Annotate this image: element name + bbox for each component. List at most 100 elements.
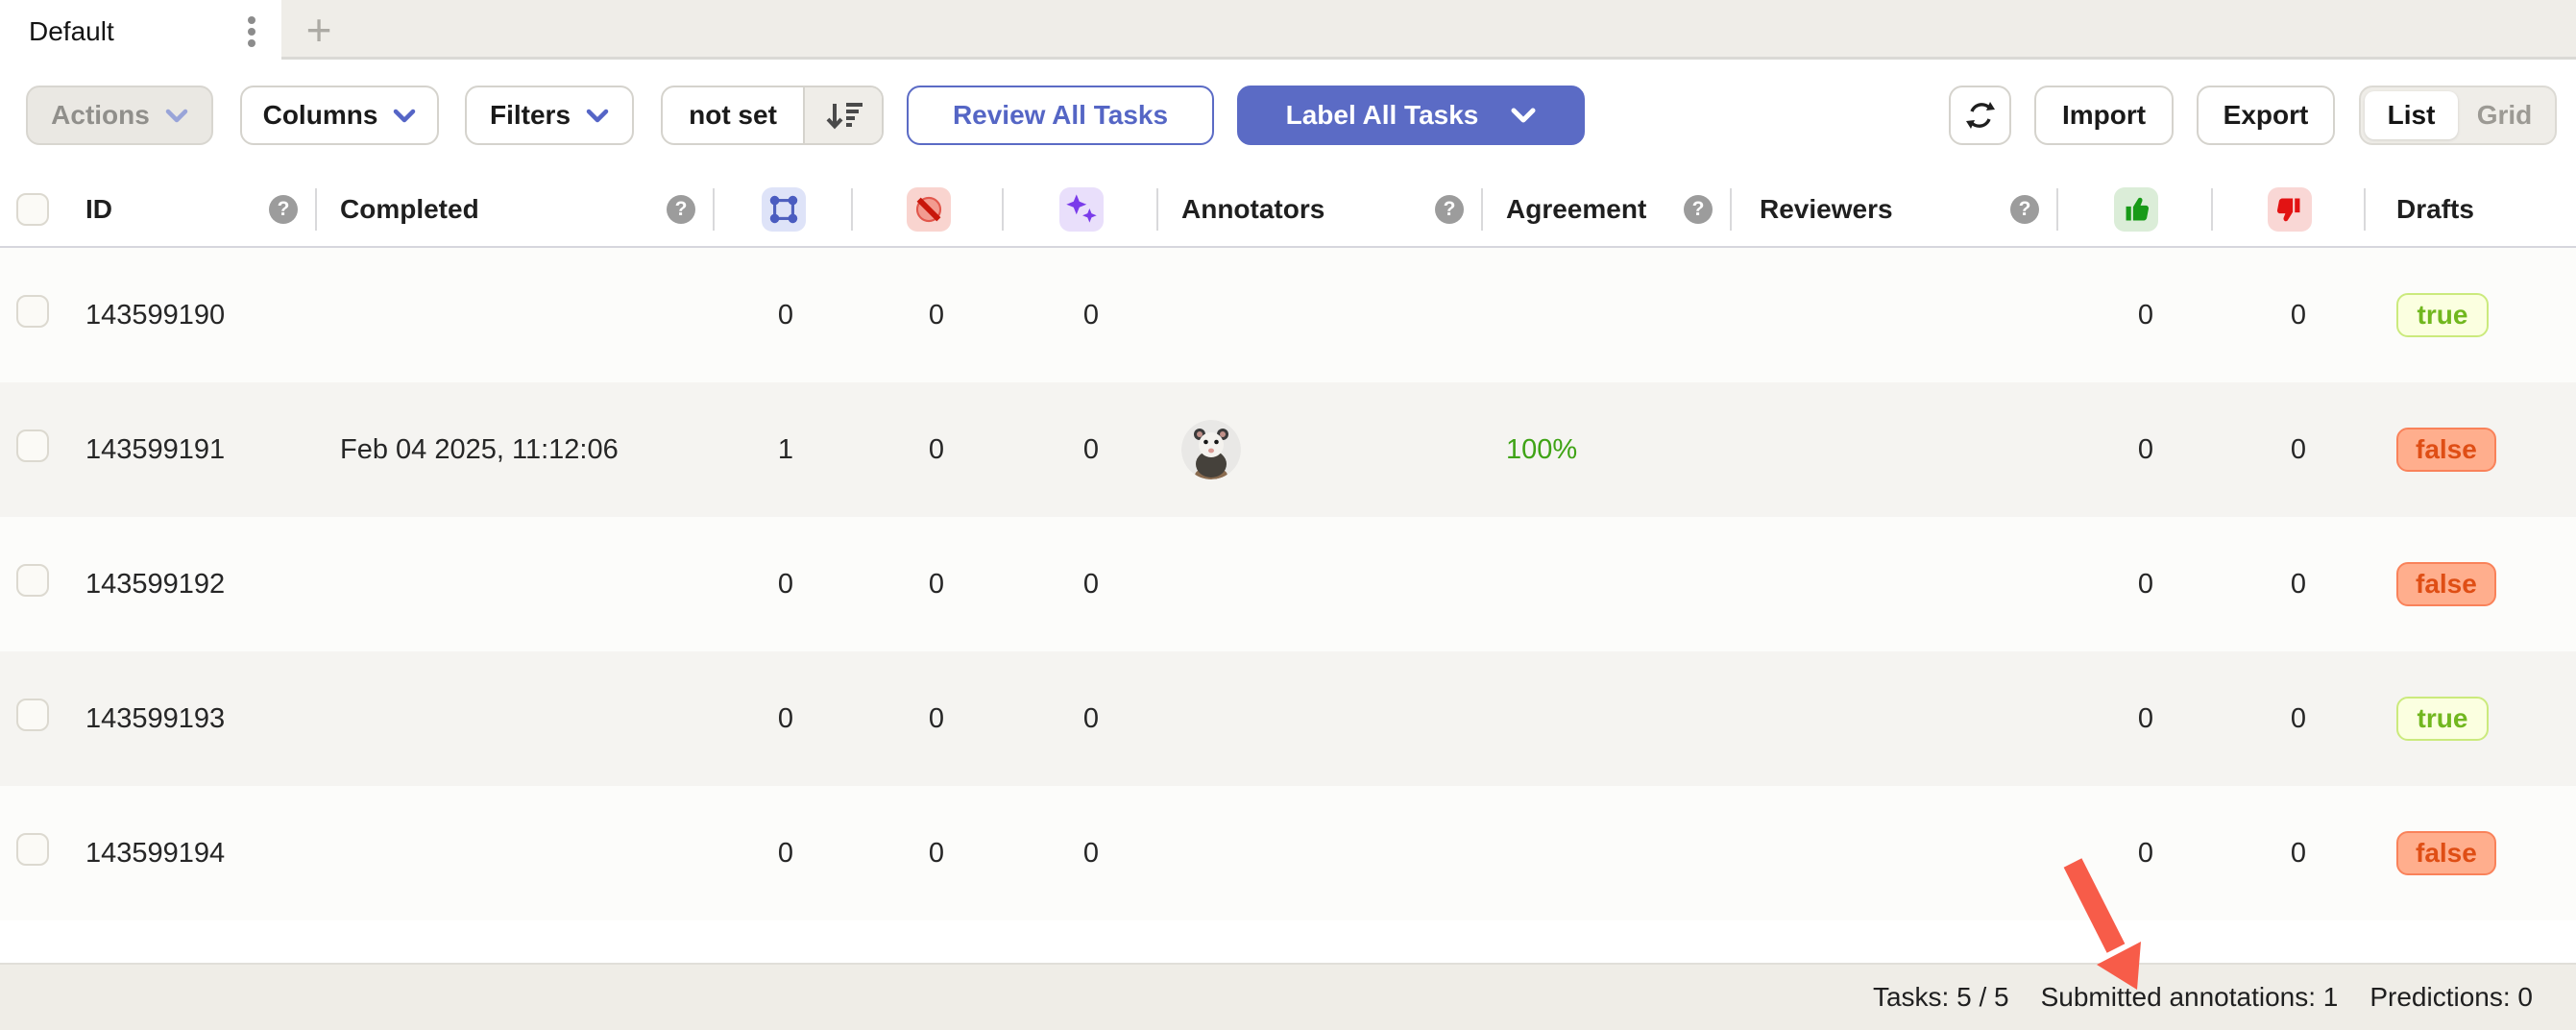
header-annotators[interactable]: Annotators ? <box>1158 171 1483 248</box>
rejected-count: 0 <box>2213 838 2366 870</box>
refresh-button[interactable] <box>1949 86 2011 145</box>
task-id: 143599191 <box>58 434 317 466</box>
annotations-count: 0 <box>715 569 853 601</box>
draft-badge: true <box>2396 293 2489 337</box>
list-view-button[interactable]: List <box>2365 91 2458 139</box>
rejected-count: 0 <box>2213 434 2366 466</box>
task-agreement: 100% <box>1483 434 1732 466</box>
predictions-count: 0 <box>1004 838 1158 870</box>
export-label: Export <box>2224 100 2309 131</box>
task-row[interactable]: 143599191Feb 04 2025, 11:12:06100100%00f… <box>0 382 2576 517</box>
accepted-count: 0 <box>2058 703 2213 735</box>
header-annotations[interactable] <box>715 171 853 248</box>
ordering-control[interactable]: not set <box>661 86 884 145</box>
header-id[interactable]: ID ? <box>58 171 317 248</box>
cancelled-count: 0 <box>853 434 1004 466</box>
header-completed[interactable]: Completed ? <box>317 171 715 248</box>
export-button[interactable]: Export <box>2197 86 2335 145</box>
help-icon[interactable]: ? <box>269 195 298 224</box>
task-row[interactable]: 14359919000000true <box>0 248 2576 382</box>
accepted-count: 0 <box>2058 300 2213 331</box>
row-checkbox[interactable] <box>16 564 49 597</box>
grid-view-button[interactable]: Grid <box>2458 91 2551 139</box>
row-checkbox[interactable] <box>16 429 49 462</box>
predictions-count: 0 <box>1004 434 1158 466</box>
submitted-annotations-count: Submitted annotations: 1 <box>2041 982 2339 1013</box>
view-toggle: List Grid <box>2359 86 2557 145</box>
sort-descending-icon <box>823 96 863 135</box>
row-checkbox[interactable] <box>16 833 49 866</box>
rejected-count: 0 <box>2213 703 2366 735</box>
help-icon[interactable]: ? <box>2010 195 2039 224</box>
filters-button[interactable]: Filters <box>465 86 634 145</box>
header-drafts[interactable]: Drafts <box>2366 171 2576 248</box>
kebab-menu-icon[interactable] <box>247 12 256 51</box>
refresh-icon <box>1963 98 1998 133</box>
cancelled-count: 0 <box>853 300 1004 331</box>
columns-label: Columns <box>263 100 378 131</box>
rejected-annotations-icon <box>2268 187 2312 232</box>
task-row[interactable]: 14359919400000false <box>0 786 2576 920</box>
table-header: ID ? Completed ? <box>0 171 2576 248</box>
predictions-icon <box>1059 187 1104 232</box>
header-rejected[interactable] <box>2213 171 2366 248</box>
annotations-count: 1 <box>715 434 853 466</box>
draft-badge: false <box>2396 831 2496 875</box>
task-id: 143599193 <box>58 703 317 735</box>
task-row[interactable]: 14359919300000true <box>0 651 2576 786</box>
annotations-count: 0 <box>715 703 853 735</box>
chevron-down-icon <box>586 109 609 123</box>
add-tab-button[interactable]: + <box>288 0 350 60</box>
tab-default[interactable]: Default <box>0 0 281 62</box>
header-reviewers[interactable]: Reviewers ? <box>1732 171 2058 248</box>
columns-button[interactable]: Columns <box>240 86 439 145</box>
tasks-count: Tasks: 5 / 5 <box>1873 982 2009 1013</box>
accepted-count: 0 <box>2058 569 2213 601</box>
accepted-annotations-icon <box>2114 187 2158 232</box>
select-all-checkbox[interactable] <box>16 193 49 226</box>
opossum-avatar <box>1181 420 1241 479</box>
predictions-count: 0 <box>1004 703 1158 735</box>
accepted-count: 0 <box>2058 434 2213 466</box>
header-agreement[interactable]: Agreement ? <box>1483 171 1732 248</box>
annotations-count: 0 <box>715 838 853 870</box>
help-icon[interactable]: ? <box>1684 195 1713 224</box>
import-label: Import <box>2062 100 2146 131</box>
header-accepted[interactable] <box>2058 171 2213 248</box>
row-checkbox[interactable] <box>16 699 49 731</box>
tab-bar: Default + <box>0 0 2576 60</box>
header-cancelled-annotations[interactable] <box>853 171 1004 248</box>
cancelled-count: 0 <box>853 703 1004 735</box>
cancelled-annotations-icon <box>907 187 951 232</box>
draft-badge: false <box>2396 428 2496 472</box>
predictions-count: 0 <box>1004 300 1158 331</box>
task-row[interactable]: 14359919200000false <box>0 517 2576 651</box>
task-draft: false <box>2366 831 2576 875</box>
row-select-cell <box>0 429 58 470</box>
actions-label: Actions <box>51 100 150 131</box>
chevron-down-icon[interactable] <box>1511 108 1536 123</box>
help-icon[interactable]: ? <box>667 195 695 224</box>
chevron-down-icon <box>165 109 188 123</box>
label-all-tasks-button[interactable]: Label All Tasks <box>1237 86 1585 145</box>
header-predictions[interactable] <box>1004 171 1158 248</box>
predictions-count: Predictions: 0 <box>2369 982 2533 1013</box>
task-id: 143599194 <box>58 838 317 870</box>
review-all-tasks-button[interactable]: Review All Tasks <box>907 86 1214 145</box>
status-bar: Tasks: 5 / 5 Submitted annotations: 1 Pr… <box>0 963 2576 1030</box>
task-id: 143599192 <box>58 569 317 601</box>
task-draft: false <box>2366 428 2576 472</box>
task-draft: true <box>2366 293 2576 337</box>
sort-direction-button[interactable] <box>803 87 882 143</box>
help-icon[interactable]: ? <box>1435 195 1464 224</box>
review-all-label: Review All Tasks <box>953 100 1168 131</box>
task-draft: true <box>2366 697 2576 741</box>
import-button[interactable]: Import <box>2034 86 2174 145</box>
task-annotators <box>1158 420 1483 479</box>
row-select-cell <box>0 295 58 335</box>
table-body: 14359919000000true143599191Feb 04 2025, … <box>0 248 2576 920</box>
annotations-icon <box>762 187 806 232</box>
cancelled-count: 0 <box>853 838 1004 870</box>
row-checkbox[interactable] <box>16 295 49 328</box>
actions-button[interactable]: Actions <box>26 86 213 145</box>
